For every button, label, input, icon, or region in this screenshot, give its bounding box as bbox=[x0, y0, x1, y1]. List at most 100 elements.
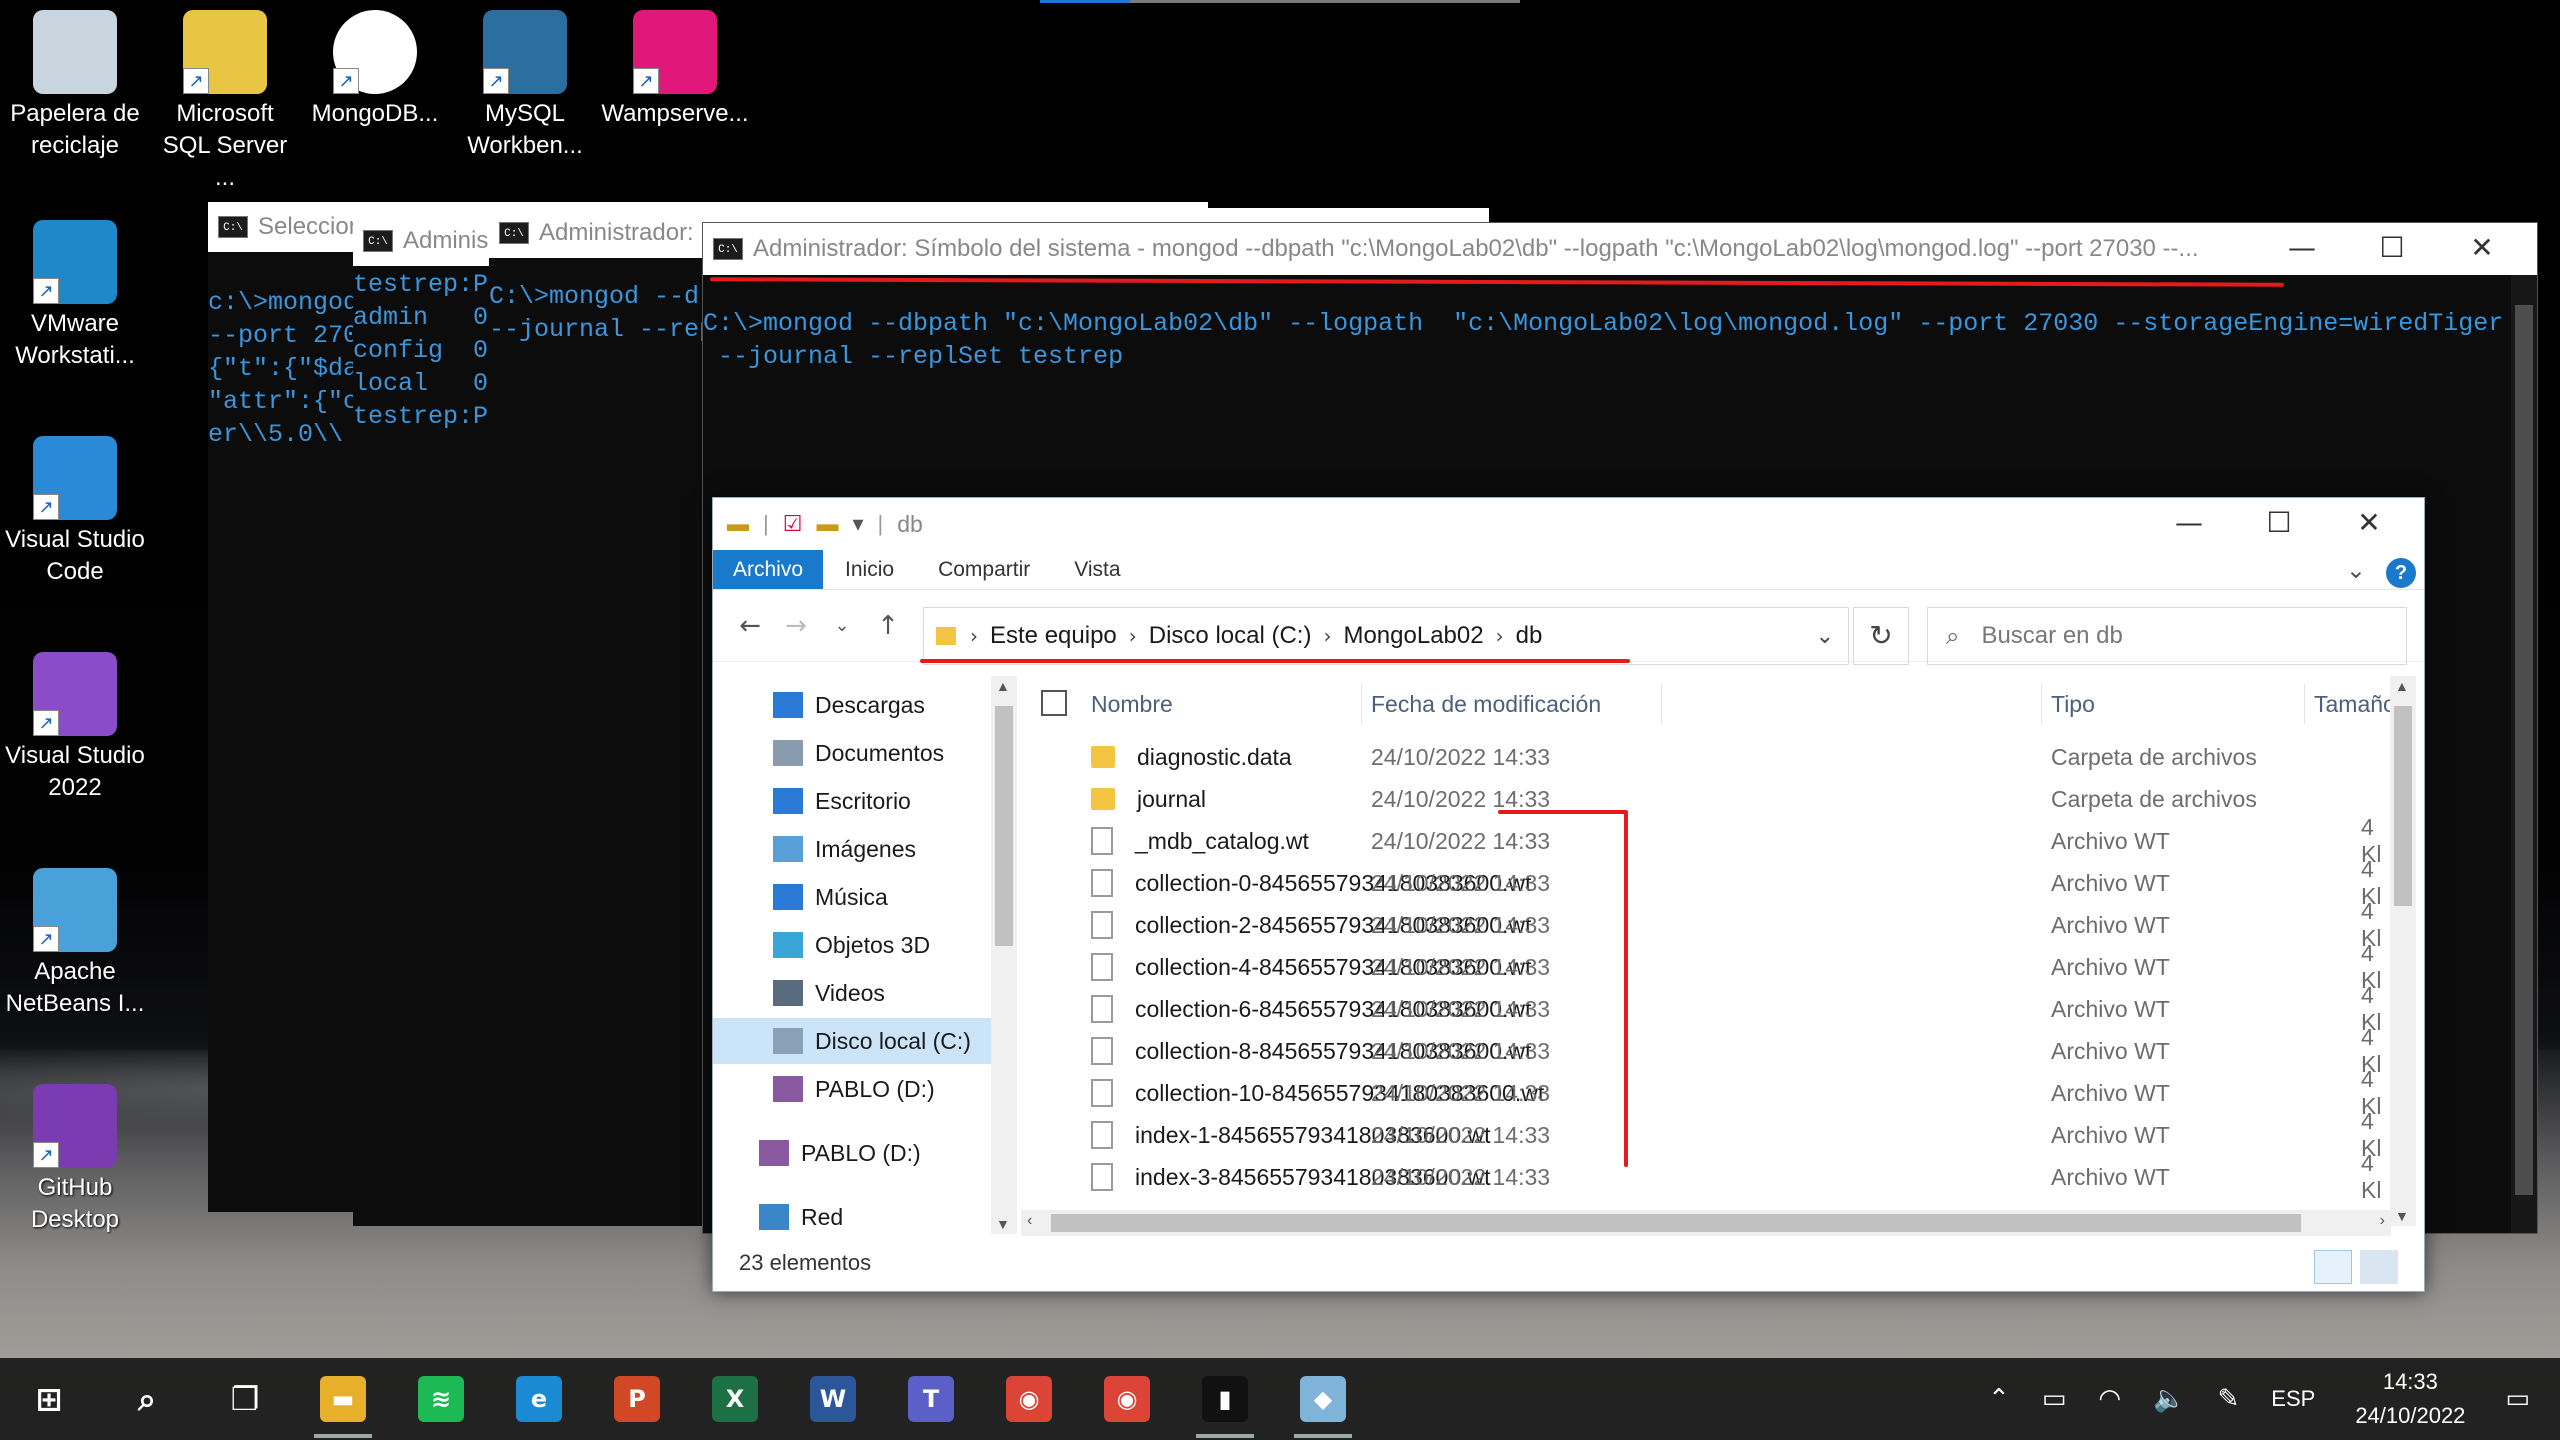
minimize-button[interactable]: — bbox=[2144, 498, 2234, 548]
file-row[interactable]: diagnostic.data 24/10/2022 14:33 Carpeta d… bbox=[1031, 736, 2391, 778]
forward-icon[interactable]: → bbox=[773, 611, 819, 641]
file-row[interactable]: collection-10-8456557934180383600.wt 24/1… bbox=[1031, 1066, 2391, 1119]
minimize-button[interactable]: — bbox=[2257, 223, 2347, 273]
console-scrollbar[interactable] bbox=[2511, 275, 2537, 1233]
desktop-icon-recycle-bin[interactable]: Papelera de reciclaje bbox=[0, 10, 150, 162]
back-icon[interactable]: ← bbox=[727, 611, 773, 641]
maximize-button[interactable]: ☐ bbox=[2347, 223, 2437, 273]
taskbar-edge[interactable]: e bbox=[490, 1358, 588, 1440]
file-row[interactable]: journal 24/10/2022 14:33 Carpeta de archiv… bbox=[1031, 778, 2391, 820]
ribbon-tab-3[interactable]: Vista bbox=[1052, 550, 1142, 589]
address-dropdown-icon[interactable]: ⌄ bbox=[1816, 624, 1834, 649]
nav-item[interactable]: Red bbox=[713, 1194, 991, 1240]
desktop-icon-mysql-workbench[interactable]: ↗ MySQL Workben... bbox=[450, 10, 600, 162]
nav-item[interactable]: Documentos bbox=[713, 730, 991, 776]
column-date[interactable]: Fecha de modificación bbox=[1371, 676, 1601, 732]
column-type[interactable]: Tipo bbox=[2051, 676, 2095, 732]
search-input[interactable]: ⌕ Buscar en db bbox=[1927, 607, 2407, 665]
file-row[interactable]: index-3-8456557934180383600.wt 24/10/2022… bbox=[1031, 1150, 2391, 1203]
taskbar-cmd[interactable]: ▮ bbox=[1176, 1358, 1274, 1440]
address-bar[interactable]: › Este equipo › Disco local (C:) › MongoLab02… bbox=[923, 607, 1849, 665]
recent-locations-icon[interactable]: ⌄ bbox=[819, 615, 865, 636]
ribbon-tab-0[interactable]: Archivo bbox=[713, 550, 824, 589]
taskbar-spotify[interactable]: ≋ bbox=[392, 1358, 490, 1440]
sql-server-icon: ↗ bbox=[183, 10, 267, 94]
nav-item[interactable]: PABLO (D:) bbox=[713, 1130, 991, 1176]
taskbar-excel[interactable]: X bbox=[686, 1358, 784, 1440]
taskbar-powerpoint[interactable]: P bbox=[588, 1358, 686, 1440]
quick-access-dropdown-icon[interactable]: ▾ bbox=[852, 511, 863, 537]
wifi-icon[interactable]: ◠ bbox=[2082, 1384, 2137, 1414]
breadcrumb-item[interactable]: Disco local (C:) bbox=[1149, 622, 1312, 650]
refresh-button[interactable]: ↻ bbox=[1853, 607, 1909, 665]
file-list-horizontal-scrollbar[interactable]: ‹ › bbox=[1021, 1210, 2391, 1236]
breadcrumb-separator-icon[interactable]: › bbox=[1496, 624, 1504, 648]
nav-item[interactable]: PABLO (D:) bbox=[713, 1066, 991, 1112]
navigation-pane-scrollbar[interactable]: ▲ ▼ bbox=[991, 676, 1017, 1234]
help-icon[interactable]: ? bbox=[2386, 558, 2416, 588]
volume-icon[interactable]: 🔈 bbox=[2137, 1384, 2201, 1414]
language-indicator[interactable]: ESP bbox=[2255, 1386, 2331, 1412]
breadcrumb-item[interactable]: Este equipo bbox=[990, 622, 1117, 650]
large-icons-view-icon[interactable] bbox=[2360, 1250, 2398, 1284]
clock[interactable]: 14:33 24/10/2022 bbox=[2331, 1365, 2489, 1433]
pen-icon[interactable]: ✎ bbox=[2201, 1384, 2255, 1414]
up-icon[interactable]: ↑ bbox=[865, 611, 911, 641]
notifications-icon[interactable]: ▭ bbox=[2489, 1384, 2560, 1414]
desktop-icon-wampserver[interactable]: ↗ Wampserve... bbox=[600, 10, 750, 130]
file-row[interactable]: collection-6-8456557934180383600.wt 24/10… bbox=[1031, 982, 2391, 1035]
start-button[interactable]: ⊞ bbox=[0, 1358, 98, 1440]
ribbon-tab-2[interactable]: Compartir bbox=[916, 550, 1052, 589]
nav-item[interactable]: Disco local (C:) bbox=[713, 1018, 991, 1064]
breadcrumb-item[interactable]: MongoLab02 bbox=[1343, 622, 1483, 650]
nav-item[interactable]: Imágenes bbox=[713, 826, 991, 872]
maximize-button[interactable]: ☐ bbox=[2234, 498, 2324, 548]
expand-ribbon-icon[interactable]: ⌄ bbox=[2346, 556, 2366, 584]
taskbar-explorer[interactable]: ▬ bbox=[294, 1358, 392, 1440]
task-view-button[interactable]: ❐ bbox=[196, 1358, 294, 1440]
ribbon-tab-1[interactable]: Inicio bbox=[823, 550, 916, 589]
chevron-up-icon[interactable]: ⌃ bbox=[1972, 1384, 2026, 1414]
nav-item[interactable]: Videos bbox=[713, 970, 991, 1016]
nav-item[interactable]: Descargas bbox=[713, 682, 991, 728]
file-row[interactable]: collection-2-8456557934180383600.wt 24/10… bbox=[1031, 898, 2391, 951]
file-type: Archivo WT bbox=[2051, 953, 2170, 980]
file-row[interactable]: _mdb_catalog.wt 24/10/2022 14:33 Archivo W… bbox=[1031, 814, 2391, 867]
details-view-icon[interactable] bbox=[2314, 1250, 2352, 1284]
desktop-icon-mongodb[interactable]: ↗ MongoDB... bbox=[300, 10, 450, 130]
taskbar-chrome[interactable]: ◉ bbox=[980, 1358, 1078, 1440]
file-row[interactable]: collection-8-8456557934180383600.wt 24/10… bbox=[1031, 1024, 2391, 1077]
taskbar-word[interactable]: W bbox=[784, 1358, 882, 1440]
close-button[interactable]: ✕ bbox=[2437, 223, 2527, 273]
nav-item[interactable]: Música bbox=[713, 874, 991, 920]
select-all-checkbox[interactable] bbox=[1041, 690, 1067, 716]
taskbar-chrome-profile[interactable]: ◉ bbox=[1078, 1358, 1176, 1440]
desktop-icon-vscode[interactable]: ↗ Visual Studio Code bbox=[0, 436, 150, 588]
desktop-icon-sql-server[interactable]: ↗ Microsoft SQL Server ... bbox=[150, 10, 300, 194]
column-name[interactable]: Nombre bbox=[1091, 676, 1173, 732]
battery-icon[interactable]: ▭ bbox=[2026, 1384, 2083, 1414]
file-row[interactable]: collection-4-8456557934180383600.wt 24/10… bbox=[1031, 940, 2391, 993]
column-size[interactable]: Tamaño bbox=[2314, 676, 2391, 732]
new-folder-icon[interactable]: ▬ bbox=[816, 511, 838, 537]
desktop-icon-netbeans[interactable]: ↗ Apache NetBeans I... bbox=[0, 868, 150, 1020]
file-explorer-window[interactable]: ▬ | ☑ ▬ ▾ | db — ☐ ✕ Archivo Inicio Compar… bbox=[712, 497, 2425, 1292]
desktop-icon-github-desktop[interactable]: ↗ GitHub Desktop bbox=[0, 1084, 150, 1236]
file-row[interactable]: index-1-8456557934180383600.wt 24/10/2022… bbox=[1031, 1108, 2391, 1161]
status-item-count: 23 elementos bbox=[739, 1250, 872, 1275]
desktop-icon-visual-studio[interactable]: ↗ Visual Studio 2022 bbox=[0, 652, 150, 804]
nav-item[interactable]: Escritorio bbox=[713, 778, 991, 824]
file-row[interactable]: collection-0-8456557934180383600.wt 24/10… bbox=[1031, 856, 2391, 909]
search-button[interactable]: ⌕ bbox=[98, 1358, 196, 1440]
nav-item[interactable]: Objetos 3D bbox=[713, 922, 991, 968]
taskbar-teams[interactable]: T bbox=[882, 1358, 980, 1440]
file-list-vertical-scrollbar[interactable]: ▲ ▼ bbox=[2390, 676, 2416, 1226]
close-button[interactable]: ✕ bbox=[2324, 498, 2414, 548]
properties-icon[interactable]: ☑ bbox=[783, 511, 803, 537]
taskbar-app[interactable]: ◆ bbox=[1274, 1358, 1372, 1440]
desktop-icon-vmware[interactable]: ↗ VMware Workstati... bbox=[0, 220, 150, 372]
breadcrumb-separator-icon[interactable]: › bbox=[1323, 624, 1331, 648]
breadcrumb-separator-icon[interactable]: › bbox=[1129, 624, 1137, 648]
breadcrumb-separator-icon[interactable]: › bbox=[970, 624, 978, 648]
breadcrumb-item[interactable]: db bbox=[1516, 622, 1543, 650]
